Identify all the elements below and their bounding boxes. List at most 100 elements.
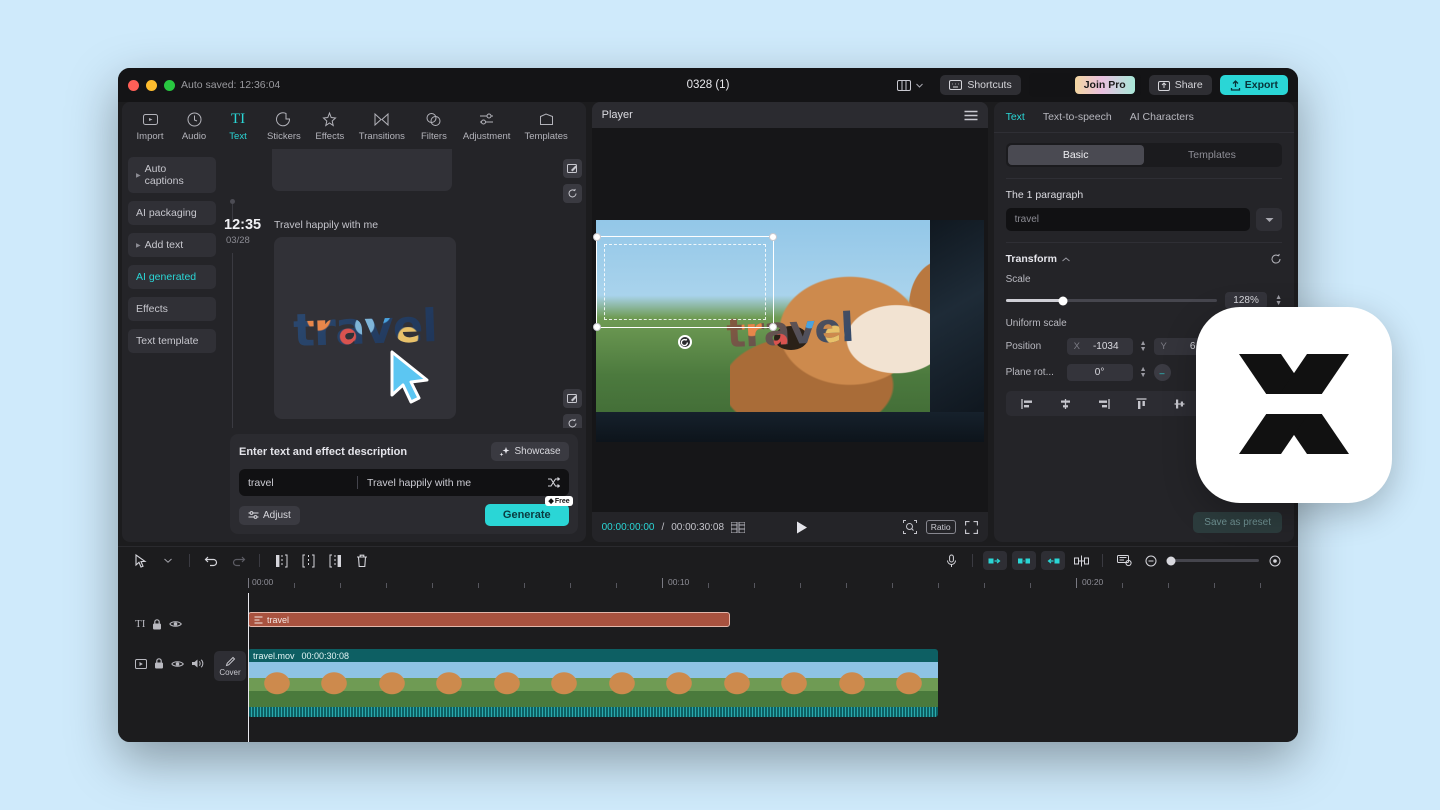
rotation-stepper[interactable]: ▲ ▼: [1140, 366, 1147, 379]
tab-adjustment[interactable]: Adjustment: [456, 108, 518, 145]
video-clip-header: travel.mov 00:00:30:08: [248, 649, 938, 662]
effect-description-input[interactable]: Travel happily with me: [367, 477, 471, 489]
scale-stepper[interactable]: ▲ ▼: [1275, 294, 1282, 307]
transform-title-group[interactable]: Transform: [1006, 253, 1070, 265]
join-pro-button[interactable]: Join Pro: [1074, 76, 1135, 94]
reset-icon[interactable]: [1270, 253, 1282, 265]
cut-icon[interactable]: [1070, 551, 1092, 571]
shuffle-icon[interactable]: [547, 477, 560, 488]
align-top-icon[interactable]: [1122, 395, 1160, 412]
cursor-dropdown-icon[interactable]: [157, 551, 179, 571]
microphone-icon[interactable]: [940, 551, 962, 571]
position-x-field[interactable]: X -1034: [1066, 338, 1133, 355]
resize-handle-top-right[interactable]: [768, 233, 777, 241]
split-left-icon[interactable]: [270, 551, 292, 571]
rotate-handle[interactable]: [677, 335, 692, 349]
lock-icon[interactable]: [154, 658, 164, 669]
align-left-icon[interactable]: [1009, 395, 1047, 412]
fullscreen-icon[interactable]: [964, 520, 978, 534]
scale-slider-track[interactable]: [1005, 296, 1218, 305]
tab-text-properties[interactable]: Text: [1006, 111, 1025, 123]
save-as-preset-button[interactable]: Save as preset: [1193, 512, 1283, 533]
text-selection-box[interactable]: [592, 233, 777, 349]
text-input[interactable]: travel: [248, 477, 348, 489]
sidebar-item-ai-generated[interactable]: AI generated: [128, 265, 216, 289]
refresh-icon[interactable]: [562, 184, 582, 203]
tab-filters[interactable]: Filters: [412, 108, 456, 145]
refresh-icon[interactable]: [562, 414, 582, 428]
timeline-ruler[interactable]: 00:00 00:10 00:20 00:30 00:40: [248, 574, 1298, 593]
generate-button[interactable]: Generate: [484, 504, 569, 526]
tab-text[interactable]: TI Text: [216, 108, 260, 145]
rotation-dial[interactable]: –: [1153, 364, 1171, 381]
segment-templates[interactable]: Templates: [1144, 145, 1280, 165]
timeline-zoom-slider[interactable]: [1166, 556, 1259, 565]
cursor-tool-icon[interactable]: [130, 551, 152, 571]
shortcuts-button[interactable]: Shortcuts: [940, 75, 1021, 95]
eye-icon[interactable]: [169, 619, 183, 629]
resize-handle-top-left[interactable]: [592, 233, 601, 241]
video-clip[interactable]: travel.mov 00:00:30:08: [248, 649, 938, 717]
sidebar-item-ai-packaging[interactable]: AI packaging: [128, 201, 216, 225]
split-icon[interactable]: [297, 551, 319, 571]
paragraph-input[interactable]: travel: [1005, 208, 1251, 231]
share-button[interactable]: Share: [1148, 75, 1212, 95]
tab-stickers[interactable]: Stickers: [260, 108, 308, 145]
tab-audio[interactable]: Audio: [172, 108, 216, 145]
clip-both-icon[interactable]: [1012, 551, 1036, 570]
align-center-vertical-icon[interactable]: [1160, 395, 1198, 412]
minimize-button[interactable]: [146, 79, 157, 91]
eye-icon[interactable]: [171, 659, 184, 669]
align-center-horizontal-icon[interactable]: [1046, 395, 1084, 412]
maximize-button[interactable]: [164, 79, 175, 91]
edit-icon[interactable]: [562, 159, 582, 178]
sidebar-item-add-text[interactable]: ▶ Add text: [128, 233, 216, 257]
text-clip[interactable]: travel: [248, 612, 730, 627]
clip-in-icon[interactable]: [983, 551, 1007, 570]
history-result-card[interactable]: travel: [274, 237, 456, 419]
layout-button[interactable]: [888, 76, 932, 95]
rotation-field[interactable]: 0°: [1066, 364, 1133, 381]
resize-handle-bottom-left[interactable]: [592, 323, 601, 331]
close-button[interactable]: [128, 79, 139, 91]
hamburger-icon[interactable]: [964, 110, 978, 121]
redo-icon[interactable]: [227, 551, 249, 571]
adjust-button[interactable]: Adjust: [239, 505, 300, 525]
undo-icon[interactable]: [200, 551, 222, 571]
tab-text-to-speech[interactable]: Text-to-speech: [1043, 111, 1112, 123]
paragraph-dropdown-button[interactable]: [1256, 208, 1283, 231]
resize-handle-bottom-right[interactable]: [768, 323, 777, 331]
lock-icon[interactable]: [152, 618, 162, 630]
split-right-icon[interactable]: [324, 551, 346, 571]
ratio-button[interactable]: Ratio: [925, 520, 956, 534]
edit-icon[interactable]: [562, 389, 582, 408]
keyframe-icon[interactable]: [1113, 551, 1135, 571]
zoom-out-icon[interactable]: [1140, 551, 1162, 571]
showcase-button[interactable]: Showcase: [491, 442, 569, 461]
timeline-zoom-knob[interactable]: [1166, 556, 1176, 565]
zoom-in-icon[interactable]: [1264, 551, 1286, 571]
delete-icon[interactable]: [351, 551, 373, 571]
export-button[interactable]: Export: [1219, 75, 1288, 95]
position-x-stepper[interactable]: ▲ ▼: [1140, 340, 1147, 353]
history-card-previous[interactable]: [272, 149, 452, 191]
segment-basic[interactable]: Basic: [1007, 145, 1144, 165]
sidebar-item-auto-captions[interactable]: ▶ Auto captions: [128, 157, 216, 193]
align-right-icon[interactable]: [1084, 395, 1122, 412]
clip-out-icon[interactable]: [1041, 551, 1065, 570]
scale-slider-knob[interactable]: [1058, 296, 1068, 305]
playhead[interactable]: [248, 593, 249, 742]
sidebar-item-text-template[interactable]: Text template: [128, 329, 216, 353]
tab-transitions[interactable]: Transitions: [352, 108, 412, 145]
speaker-icon[interactable]: [191, 658, 204, 669]
sidebar-item-effects[interactable]: Effects: [128, 297, 216, 321]
zoom-icon[interactable]: [902, 520, 917, 534]
tab-import[interactable]: Import: [128, 108, 172, 145]
tab-effects[interactable]: Effects: [308, 108, 352, 145]
tab-ai-characters[interactable]: AI Characters: [1130, 111, 1194, 123]
window-controls[interactable]: [128, 79, 175, 91]
tab-templates[interactable]: Templates: [517, 108, 574, 145]
play-button[interactable]: [796, 521, 808, 534]
cover-button[interactable]: Cover: [214, 651, 246, 681]
frames-icon[interactable]: [731, 521, 746, 533]
